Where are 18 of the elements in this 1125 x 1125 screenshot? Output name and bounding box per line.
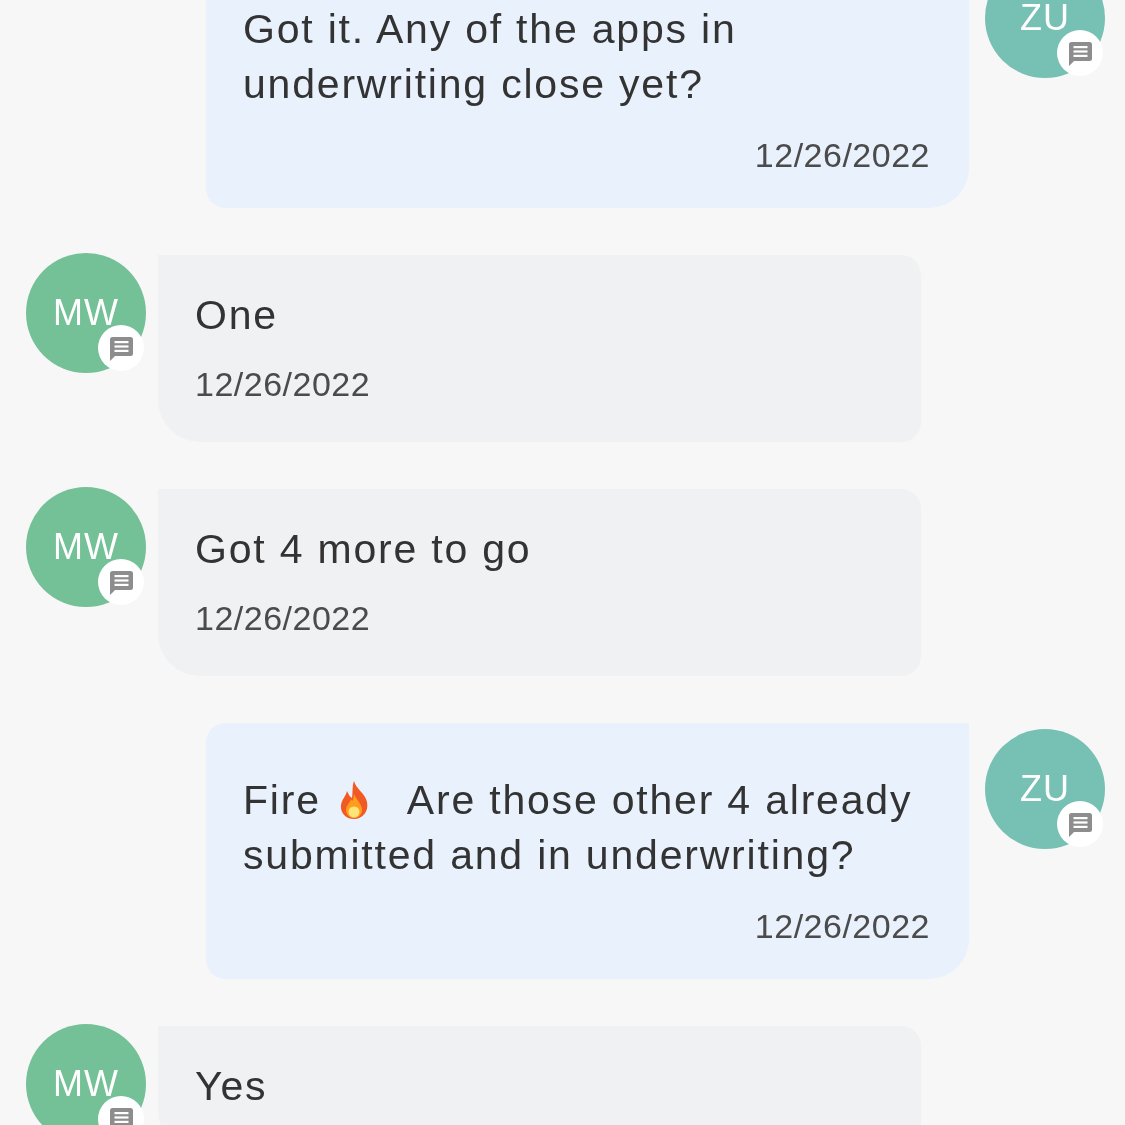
- message-date: 12/26/2022: [753, 135, 930, 175]
- message-date: 12/26/2022: [195, 598, 372, 638]
- chat-badge-icon: [1057, 30, 1103, 76]
- avatar-initials: MW: [53, 1066, 119, 1102]
- avatar-initials: MW: [53, 295, 119, 331]
- message-text: Fire Are those other 4 already submitted and in underwriting?: [243, 776, 914, 880]
- avatar-initials: ZU: [1020, 0, 1070, 36]
- message-date: 12/26/2022: [195, 364, 372, 404]
- chat-badge-icon: [1057, 801, 1103, 847]
- message-text: One: [195, 291, 279, 340]
- message-text: Got it. Any of the apps in underwriting close yet?: [243, 5, 738, 109]
- message-date: 12/26/2022: [753, 906, 930, 946]
- chat-badge-icon: [98, 559, 144, 605]
- message-text: Yes: [195, 1062, 269, 1111]
- avatar-initials: MW: [53, 529, 119, 565]
- message-text: Got 4 more to go: [195, 525, 533, 574]
- chat-badge-icon: [98, 325, 144, 371]
- avatar-initials: ZU: [1020, 771, 1070, 807]
